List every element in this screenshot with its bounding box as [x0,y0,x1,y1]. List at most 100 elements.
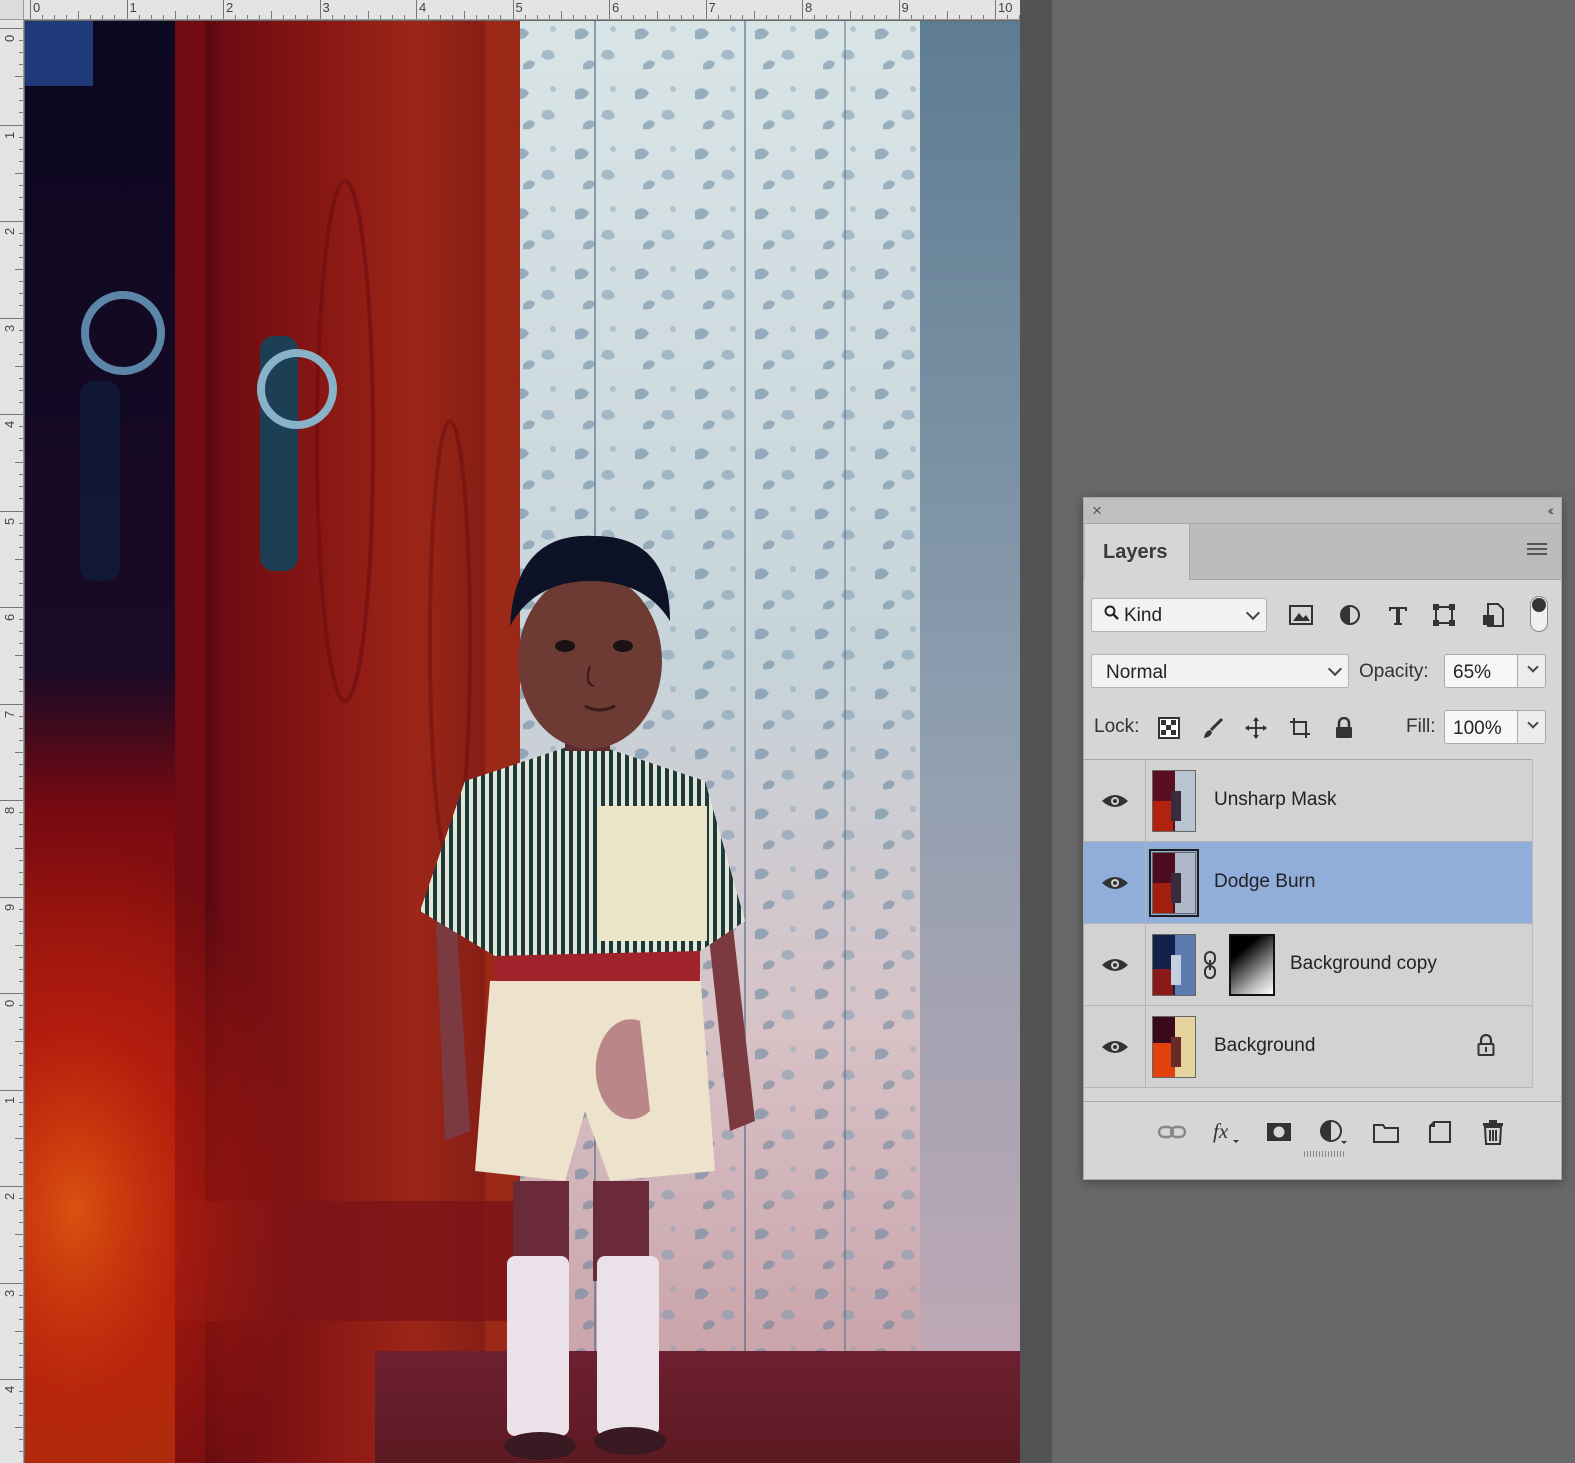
ruler-tick [19,160,23,162]
eye-icon[interactable] [1101,875,1129,891]
ruler-tick [19,1306,23,1308]
ruler-tick [572,15,574,19]
ruler-tick [741,15,743,19]
ruler-tick [19,196,23,198]
new-group-icon[interactable] [1370,1117,1402,1147]
ruler-tick [440,15,442,19]
ruler-tick [259,15,261,19]
fill-field[interactable]: 100% [1444,710,1518,744]
opacity-dropdown[interactable] [1518,654,1546,688]
document-canvas[interactable] [25,21,1020,1463]
ruler-tick [633,15,635,19]
lock-row: Lock: Fill: 100% [1084,708,1561,748]
layers-bottom-toolbar: fx [1084,1101,1561,1161]
ruler-tick [0,221,23,222]
visibility-cell [1084,760,1146,841]
trash-icon[interactable] [1477,1117,1509,1147]
layer-thumbnail[interactable] [1152,770,1196,832]
ruler-tick [970,15,972,19]
vertical-ruler[interactable]: 0 1 2 3 4 5 6 7 8 9 0 1 2 3 4 [0,0,24,1463]
ruler-tick [500,15,502,19]
ruler-tick [19,52,23,54]
ruler-mark-label: 8 [2,806,17,814]
ruler-tick [15,558,23,560]
link-icon[interactable] [1202,950,1218,980]
ruler-tick [19,1318,23,1320]
lock-image-pixels-icon[interactable] [1199,714,1227,742]
eye-icon[interactable] [1101,793,1129,809]
lock-icon[interactable] [1476,1034,1496,1056]
ruler-tick [0,1186,23,1187]
collapse-icon[interactable]: ‹‹ [1548,502,1555,518]
type-filter-icon[interactable] [1384,601,1412,629]
smart-object-filter-icon[interactable] [1479,601,1507,629]
new-layer-icon[interactable] [1424,1117,1456,1147]
layers-list[interactable]: Unsharp Mask Dodge Burn Background copy [1084,759,1532,1089]
ruler-tick [19,389,23,391]
ruler-tick [874,15,876,19]
layers-panel[interactable]: × ‹‹ Layers Kind Normal Opacity: 65% Loc… [1083,497,1562,1180]
adjustment-filter-icon[interactable] [1336,601,1364,629]
panel-menu-icon[interactable] [1527,543,1547,557]
horizontal-ruler[interactable]: 0 1 2 3 4 5 6 7 8 9 10 [0,0,1020,20]
ruler-mark-label: 7 [708,0,716,15]
ruler-tick [343,15,345,19]
blend-mode-select[interactable]: Normal [1091,654,1349,688]
layer-name[interactable]: Background [1214,1035,1315,1057]
lock-transparency-icon[interactable] [1155,714,1183,742]
ruler-tick [19,570,23,572]
layer-name[interactable]: Unsharp Mask [1214,789,1337,811]
ruler-tick [19,1415,23,1417]
lock-position-icon[interactable] [1242,714,1270,742]
adjustment-layer-icon[interactable] [1317,1117,1349,1147]
panel-resize-grip[interactable] [1304,1151,1344,1157]
layer-mask-thumbnail[interactable] [1229,934,1275,996]
layers-scrollbar[interactable] [1532,759,1561,1089]
ruler-origin[interactable] [0,0,24,20]
layer-name[interactable]: Dodge Burn [1214,871,1315,893]
fill-dropdown[interactable] [1518,710,1546,744]
ruler-tick [765,15,767,19]
ruler-tick [0,703,23,705]
layer-thumbnail[interactable] [1152,1016,1196,1078]
ruler-mark-label: 0 [2,34,17,42]
shape-filter-icon[interactable] [1430,601,1458,629]
filter-toggle-switch[interactable] [1530,596,1548,632]
panel-title-bar[interactable]: × ‹‹ [1084,498,1561,524]
filter-kind-select[interactable]: Kind [1091,598,1267,632]
ruler-mark-label: 1 [2,1096,17,1104]
image-filter-icon[interactable] [1287,601,1315,629]
eye-icon[interactable] [1101,957,1129,973]
layer-row-unsharp-mask[interactable]: Unsharp Mask [1084,760,1532,842]
ruler-tick [15,365,23,367]
ruler-mark-label: 3 [2,324,17,332]
panel-tab-strip: Layers [1084,524,1561,580]
ruler-tick [15,76,23,78]
opacity-field[interactable]: 65% [1444,654,1518,688]
add-mask-icon[interactable] [1263,1117,1295,1147]
ruler-tick [753,11,755,19]
fx-icon[interactable]: fx [1210,1117,1242,1147]
layer-row-dodge-burn[interactable]: Dodge Burn [1084,842,1532,924]
tab-layers[interactable]: Layers [1085,524,1190,580]
ruler-tick [19,208,23,210]
link-layers-icon[interactable] [1156,1117,1188,1147]
layer-row-background[interactable]: Background [1084,1006,1532,1088]
ruler-tick [19,1222,23,1224]
ruler-tick [19,619,23,621]
layer-thumbnail[interactable] [1152,934,1196,996]
layer-name[interactable]: Background copy [1290,953,1437,975]
layer-thumbnail[interactable] [1149,849,1199,917]
eye-icon[interactable] [1101,1039,1129,1055]
lock-artboard-icon[interactable] [1286,714,1314,742]
ruler-tick [934,15,936,19]
ruler-tick [19,148,23,150]
ruler-tick [54,15,56,19]
ruler-tick [19,763,23,765]
lock-all-icon[interactable] [1330,714,1358,742]
layer-row-background-copy[interactable]: Background copy [1084,924,1532,1006]
ruler-tick [19,474,23,476]
ruler-tick [19,329,23,331]
close-icon[interactable]: × [1092,501,1102,521]
ruler-tick [0,1089,23,1091]
